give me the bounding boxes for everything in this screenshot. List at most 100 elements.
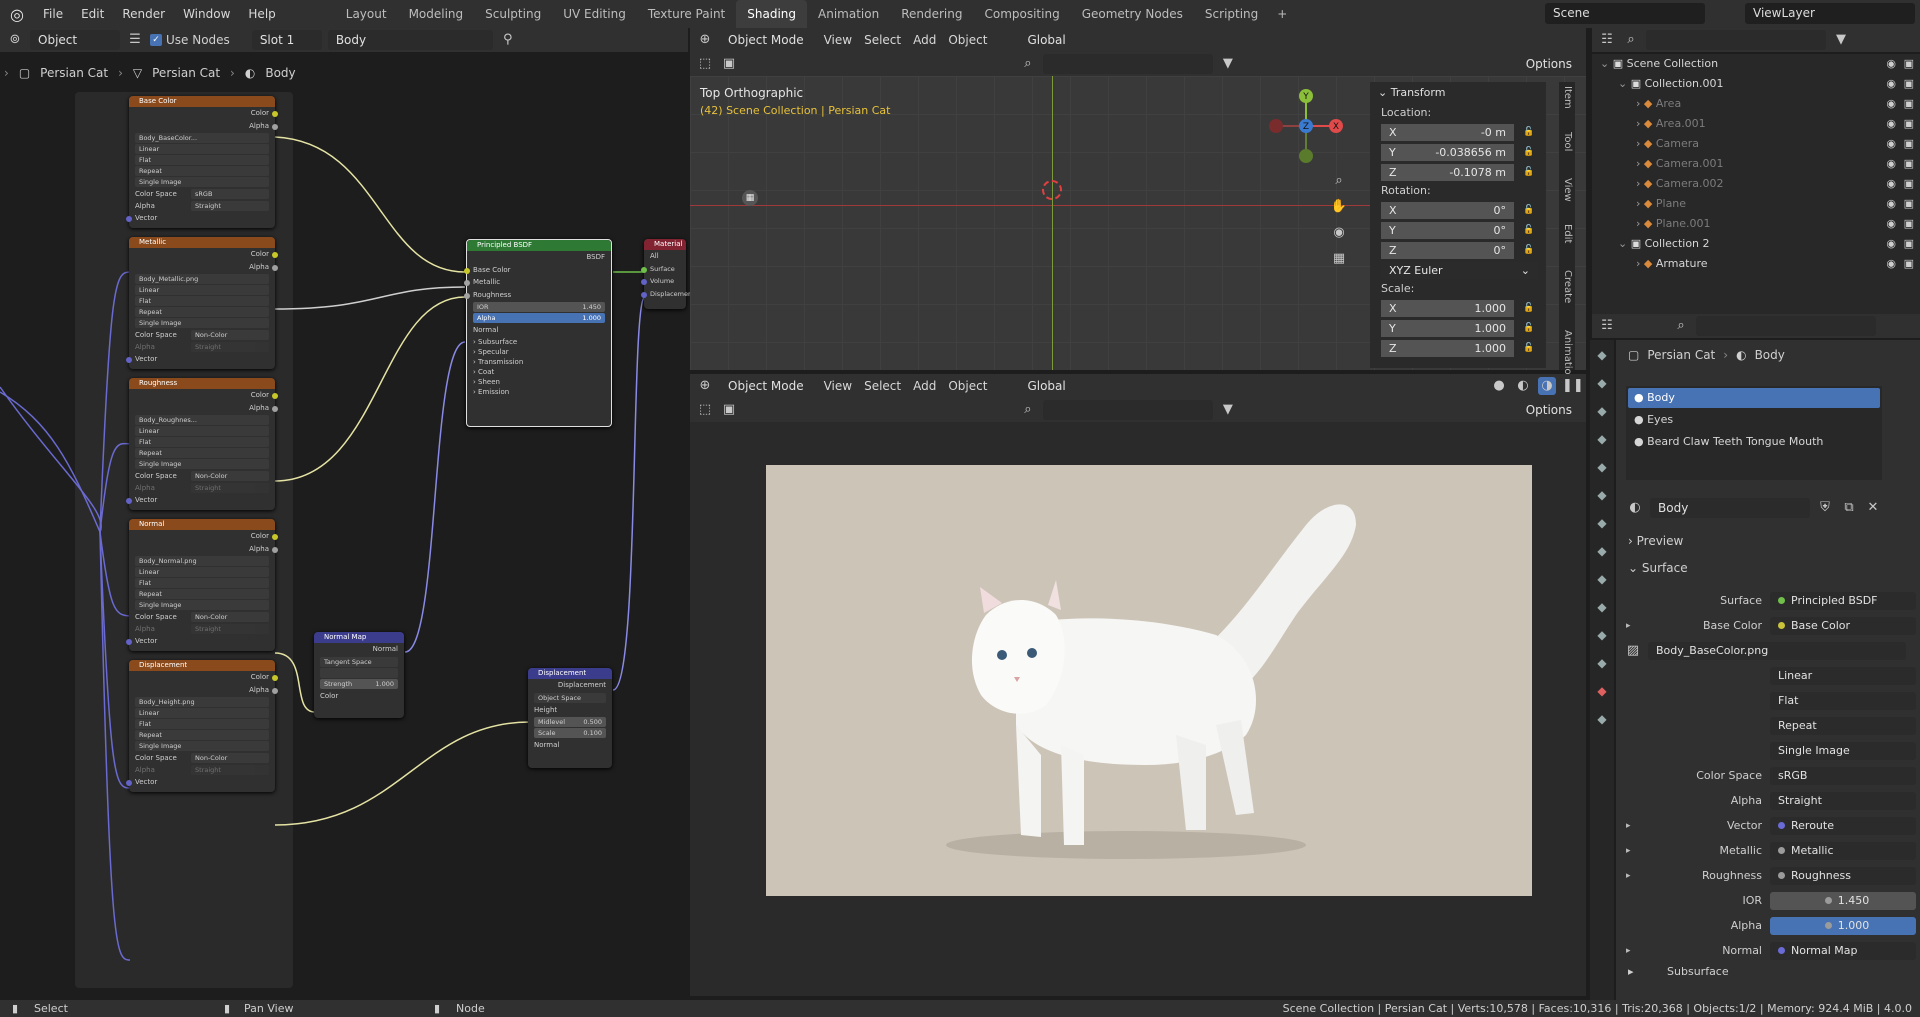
alpha-mode-dropdown[interactable]: Straight: [191, 201, 269, 211]
material-name-field[interactable]: Body: [1650, 498, 1810, 518]
menu-render[interactable]: Render: [113, 0, 174, 28]
texture-interp-dropdown[interactable]: Linear: [135, 567, 269, 577]
alpha-field[interactable]: Alpha 1.000: [473, 313, 605, 323]
modifier-icon[interactable]: ◆: [1593, 542, 1611, 560]
image-texture-node[interactable]: Roughness Color Alpha Body_Roughnes... Linea…: [126, 378, 278, 510]
lock-icon[interactable]: 🔓: [1520, 241, 1538, 259]
input-socket[interactable]: [464, 280, 470, 286]
outliner-item[interactable]: › ◆ Area ◉ ▣: [1592, 94, 1920, 114]
visibility-eye-icon[interactable]: ◉: [1886, 74, 1896, 94]
texture-proj-dropdown[interactable]: Flat: [135, 437, 269, 447]
workspace-tab-scripting[interactable]: Scripting: [1194, 0, 1269, 28]
texture-interp-dropdown[interactable]: Linear: [135, 285, 269, 295]
render-camera-icon[interactable]: ▣: [1904, 114, 1914, 134]
scale-field[interactable]: Scale 0.100: [534, 728, 606, 738]
property-value[interactable]: Base Color: [1770, 616, 1916, 635]
sidebar-tab-edit[interactable]: Edit: [1562, 224, 1573, 243]
midlevel-field[interactable]: Midlevel 0.500: [534, 717, 606, 727]
navigation-gizmo[interactable]: Y X Z: [1266, 86, 1346, 166]
texture-interp-dropdown[interactable]: Linear: [135, 426, 269, 436]
search-icon[interactable]: ⌕: [1019, 401, 1037, 419]
fake-user-icon[interactable]: ⛨: [1816, 499, 1834, 517]
menu-select[interactable]: Select: [858, 379, 907, 393]
workspace-tab-rendering[interactable]: Rendering: [890, 0, 973, 28]
rotation-x-field[interactable]: X 0°: [1381, 201, 1514, 219]
bsdf-panel-transmission[interactable]: › Transmission: [467, 357, 611, 367]
image-texture-node[interactable]: Metallic Color Alpha Body_Metallic.png Linea…: [126, 237, 278, 369]
expand-chevron-icon[interactable]: ▸: [1626, 846, 1631, 856]
expand-chevron-icon[interactable]: ▸: [1626, 871, 1631, 881]
particles-icon[interactable]: ◆: [1593, 570, 1611, 588]
scale-x-field[interactable]: X 1.000: [1381, 299, 1514, 317]
strength-field[interactable]: Strength 1.000: [320, 678, 398, 689]
editor-type-icon[interactable]: ⊚: [6, 31, 24, 49]
texture-src-dropdown[interactable]: Single Image: [135, 318, 269, 328]
options-button[interactable]: Options: [1517, 54, 1580, 74]
outliner-item[interactable]: ⌄ ▣ Collection.001 ◉ ▣: [1592, 74, 1920, 94]
texture-ext-dropdown[interactable]: Repeat: [135, 307, 269, 317]
bsdf-panel-sheen[interactable]: › Sheen: [467, 377, 611, 387]
texture-src-dropdown[interactable]: Single Image: [135, 741, 269, 751]
output-icon[interactable]: ◆: [1593, 402, 1611, 420]
outliner-item[interactable]: › ◆ Plane ◉ ▣: [1592, 194, 1920, 214]
lock-icon[interactable]: 🔓: [1520, 339, 1538, 357]
color-socket[interactable]: [272, 675, 278, 681]
visibility-eye-icon[interactable]: ◉: [1886, 234, 1896, 254]
image-field[interactable]: Body_BaseColor...: [135, 133, 269, 143]
render-camera-icon[interactable]: ▣: [1904, 54, 1914, 74]
vector-socket[interactable]: [126, 780, 132, 786]
workspace-tab-compositing[interactable]: Compositing: [973, 0, 1070, 28]
texture-ext-dropdown[interactable]: Repeat: [135, 730, 269, 740]
menu-file[interactable]: File: [34, 0, 72, 28]
lock-icon[interactable]: 🔓: [1520, 201, 1538, 219]
camera-view-icon[interactable]: ◉: [1330, 224, 1348, 242]
tool-icon[interactable]: ◆: [1593, 346, 1611, 364]
search-icon[interactable]: ⌕: [1019, 55, 1037, 73]
surface-panel-header[interactable]: ⌄ Surface: [1628, 561, 1688, 575]
image-browse-icon[interactable]: ▨: [1624, 642, 1642, 660]
workspace-tab-shading[interactable]: Shading: [736, 0, 807, 28]
subsurface-panel-header[interactable]: ▸ Subsurface: [1628, 965, 1729, 978]
render-viewport[interactable]: [690, 422, 1586, 996]
chevron-right-icon[interactable]: ›: [1636, 257, 1644, 270]
color-space-dropdown[interactable]: Non-Color: [191, 753, 269, 763]
location-x-field[interactable]: X -0 m: [1381, 123, 1514, 141]
chevron-right-icon[interactable]: ›: [1636, 177, 1644, 190]
image-field[interactable]: Body_Height.png: [135, 697, 269, 707]
render-camera-icon[interactable]: ▣: [1904, 254, 1914, 274]
image-ext-dropdown[interactable]: Repeat: [1770, 716, 1916, 735]
pin-icon[interactable]: ⚲: [499, 31, 517, 49]
location-z-field[interactable]: Z -0.1078 m: [1381, 163, 1514, 181]
blender-logo-icon[interactable]: ◎: [0, 5, 34, 24]
shading-material-icon[interactable]: ◐: [1514, 377, 1532, 395]
workspace-tab-uv-editing[interactable]: UV Editing: [552, 0, 637, 28]
color-space-dropdown[interactable]: Non-Color: [191, 330, 269, 340]
workspace-tab-geometry-nodes[interactable]: Geometry Nodes: [1071, 0, 1194, 28]
orientation-dropdown[interactable]: Global: [1019, 30, 1074, 50]
render-camera-icon[interactable]: ▣: [1904, 174, 1914, 194]
color-socket[interactable]: [272, 111, 278, 117]
unlink-icon[interactable]: ✕: [1864, 499, 1882, 517]
texture-src-dropdown[interactable]: Single Image: [135, 459, 269, 469]
menu-edit[interactable]: Edit: [72, 0, 113, 28]
visibility-eye-icon[interactable]: ◉: [1886, 254, 1896, 274]
expand-chevron-icon[interactable]: ▸: [1626, 946, 1631, 956]
color-socket[interactable]: [272, 393, 278, 399]
scene-selector[interactable]: Scene: [1545, 3, 1705, 24]
texture-interp-dropdown[interactable]: Linear: [135, 708, 269, 718]
alpha-socket[interactable]: [272, 687, 278, 694]
alpha-socket[interactable]: [272, 405, 278, 412]
input-socket[interactable]: [641, 291, 647, 298]
menu-object[interactable]: Object: [942, 33, 993, 47]
render-camera-icon[interactable]: ▣: [1904, 74, 1914, 94]
world-icon[interactable]: ◆: [1593, 486, 1611, 504]
alpha-mode-dropdown[interactable]: Straight: [1770, 791, 1916, 810]
filter-icon[interactable]: ▼: [1219, 401, 1237, 419]
texture-ext-dropdown[interactable]: Repeat: [135, 166, 269, 176]
viewport-search-field[interactable]: [1042, 54, 1213, 74]
outliner-item[interactable]: › ◆ Camera.002 ◉ ▣: [1592, 174, 1920, 194]
texture-proj-dropdown[interactable]: Flat: [135, 155, 269, 165]
sidebar-tab-tool[interactable]: Tool: [1562, 132, 1573, 151]
bsdf-panel-subsurface[interactable]: › Subsurface: [467, 337, 611, 347]
principled-bsdf-node[interactable]: Principled BSDF BSDF Base Color Metallic R…: [464, 239, 612, 427]
